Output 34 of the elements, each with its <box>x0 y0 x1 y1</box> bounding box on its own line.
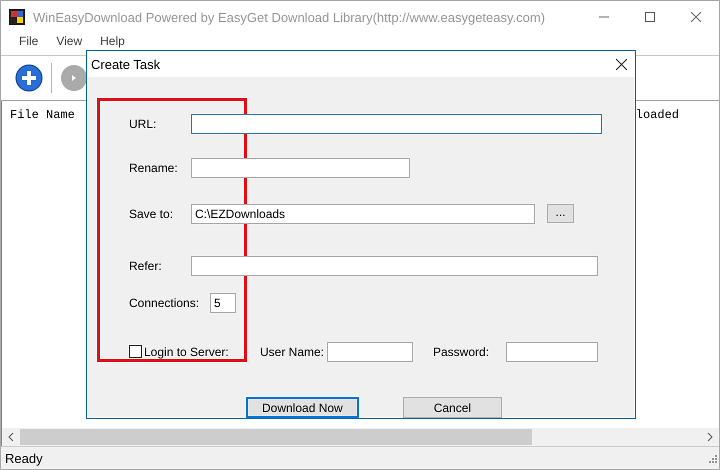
input-field[interactable] <box>191 114 602 134</box>
checkbox-label: Login to Server: <box>144 344 229 358</box>
input-field[interactable] <box>506 342 598 362</box>
field-label: Rename: <box>129 160 179 174</box>
menu-item[interactable]: View <box>48 33 92 48</box>
dialog-button[interactable]: Cancel <box>402 397 502 418</box>
field-label: User Name: <box>260 344 326 358</box>
status-text: Ready <box>5 450 43 466</box>
maximize-icon[interactable] <box>645 12 655 22</box>
scrollbar-thumb[interactable] <box>20 429 532 445</box>
play-icon[interactable] <box>60 64 88 92</box>
column-header[interactable]: File Name <box>10 108 75 122</box>
checkbox[interactable] <box>129 345 142 358</box>
field-label: URL: <box>129 116 158 130</box>
field-label: Password: <box>433 344 490 358</box>
browse-button[interactable]: ... <box>547 204 574 223</box>
dialog-title: Create Task <box>91 56 160 72</box>
input-field[interactable]: C:\EZDownloads <box>191 204 535 224</box>
field-label: Save to: <box>129 206 174 220</box>
column-header[interactable]: loaded <box>636 108 679 122</box>
field-label: Refer: <box>129 258 163 272</box>
menu-item[interactable]: Help <box>92 33 135 48</box>
app-icon <box>9 9 25 25</box>
dialog-button[interactable]: Download Now <box>246 397 359 418</box>
input-field[interactable]: 5 <box>210 292 236 312</box>
input-field[interactable] <box>327 342 413 362</box>
resize-grip-icon[interactable] <box>707 453 717 463</box>
menu-item[interactable]: File <box>11 33 48 48</box>
window-title: WinEasyDownload Powered by EasyGet Download Library(http://www.easygeteasy.com) <box>33 10 546 24</box>
close-icon[interactable] <box>616 58 627 70</box>
field-label: Connections: <box>129 296 200 310</box>
input-field[interactable] <box>191 256 598 276</box>
input-field[interactable] <box>191 158 410 178</box>
add-icon[interactable] <box>15 64 43 92</box>
